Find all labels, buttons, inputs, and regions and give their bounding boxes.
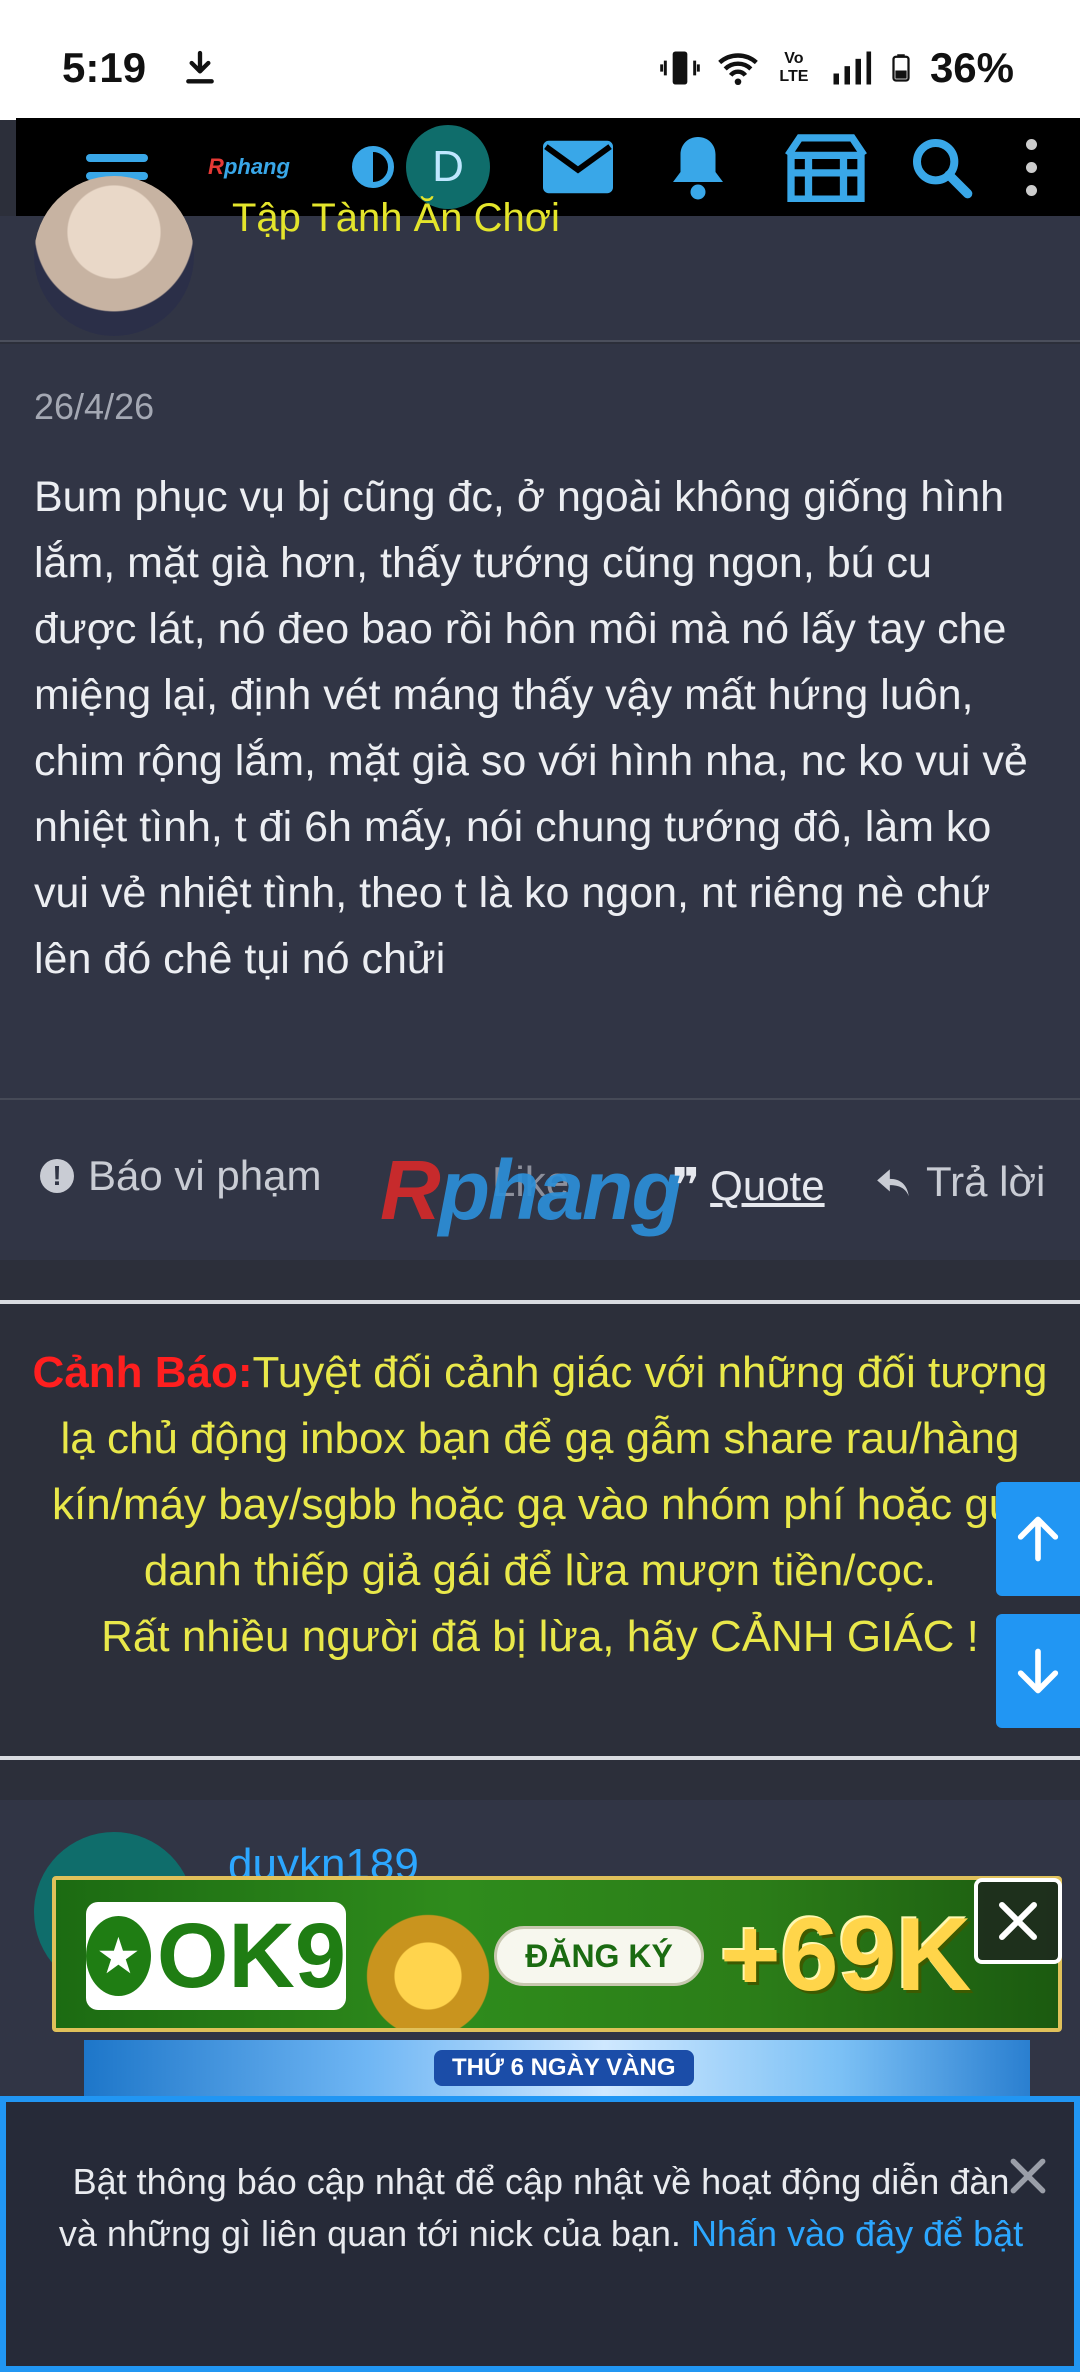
status-bar: 5:19 Vo LTE 36% xyxy=(0,0,1080,120)
ad-bonus-text: +69K xyxy=(720,1897,972,2013)
battery-icon xyxy=(892,54,910,82)
report-label: Báo vi phạm xyxy=(88,1152,322,1199)
status-time: 5:19 xyxy=(62,44,147,91)
volte-indicator: Vo LTE xyxy=(779,50,809,85)
author-avatar[interactable] xyxy=(34,176,194,336)
notifications-button[interactable] xyxy=(656,118,740,216)
download-icon xyxy=(186,50,214,84)
author-title: Tập Tành Ăn Chơi xyxy=(232,196,560,240)
contrast-icon xyxy=(352,146,394,188)
more-dot xyxy=(1025,161,1037,173)
post-actions: ! Báo vi phạm Like Rphang ❞ Quote Trả lờ… xyxy=(0,1098,1080,1260)
logo-text-phang: phang xyxy=(223,154,290,179)
coins-graphic xyxy=(356,1910,516,2028)
search-button[interactable] xyxy=(896,118,986,216)
previous-post-header: Tập Tành Ăn Chơi xyxy=(0,176,1080,340)
search-icon xyxy=(913,139,973,199)
mail-icon xyxy=(543,140,613,194)
bell-icon xyxy=(673,137,723,200)
push-notification-prompt: Bật thông báo cập nhật để cập nhật về ho… xyxy=(0,2096,1080,2372)
site-watermark-logo: Rphang xyxy=(380,1142,683,1239)
watermark-r: R xyxy=(380,1143,441,1237)
post: 26/4/26 Bum phục vụ bj cũng đc, ở ngoài … xyxy=(0,344,1080,1260)
scroll-to-top-button[interactable] xyxy=(996,1482,1080,1596)
warning-text: Cảnh Báo:Tuyệt đối cảnh giác với những đ… xyxy=(10,1340,1070,1670)
ad-strip-text: THỨ 6 NGÀY VÀNG xyxy=(434,2050,694,2086)
post-body: Bum phục vụ bj cũng đc, ở ngoài không gi… xyxy=(34,473,1028,983)
battery-percent: 36% xyxy=(929,44,1014,91)
scam-warning-notice: Cảnh Báo:Tuyệt đối cảnh giác với những đ… xyxy=(0,1300,1080,1760)
wifi-icon xyxy=(718,53,758,86)
reply-button[interactable]: Trả lời xyxy=(874,1158,1045,1206)
report-button[interactable]: ! Báo vi phạm xyxy=(40,1152,321,1200)
quote-button[interactable]: ❞ Quote xyxy=(672,1158,825,1214)
ad-strip-banner[interactable]: THỨ 6 NGÀY VÀNG xyxy=(84,2040,1030,2100)
ad-register-button[interactable]: ĐĂNG KÝ xyxy=(494,1926,704,1986)
more-options-button[interactable] xyxy=(1006,118,1056,216)
notification-text: Bật thông báo cập nhật để cập nhật về ho… xyxy=(56,2156,1026,2260)
quote-icon: ❞ xyxy=(672,1160,701,1213)
arrow-down-icon xyxy=(1017,1648,1059,1694)
close-icon[interactable] xyxy=(1006,2154,1050,2198)
post-date[interactable]: 26/4/26 xyxy=(34,386,154,428)
more-dot xyxy=(1025,138,1037,150)
scroll-to-bottom-button[interactable] xyxy=(996,1614,1080,1728)
ad-banner[interactable]: ★ OK9 ĐĂNG KÝ +69K xyxy=(52,1876,1062,2032)
status-icons: Vo LTE 36% xyxy=(658,44,1014,92)
arrow-up-icon xyxy=(1017,1516,1059,1562)
whats-new-button[interactable] xyxy=(776,118,876,216)
vibrate-icon xyxy=(660,51,700,85)
hamburger-line xyxy=(86,154,148,162)
ad-close-button[interactable] xyxy=(974,1878,1062,1964)
reply-label: Trả lời xyxy=(926,1158,1046,1205)
ad-logo: ★ OK9 xyxy=(86,1902,346,2010)
quote-label: Quote xyxy=(710,1162,825,1209)
logo-text-r: R xyxy=(208,154,224,179)
enable-notifications-link[interactable]: Nhấn vào đây để bật xyxy=(691,2213,1023,2254)
alert-icon: ! xyxy=(40,1159,74,1193)
divider xyxy=(0,340,1080,342)
close-icon xyxy=(999,1902,1037,1940)
store-icon xyxy=(785,134,867,202)
reply-icon xyxy=(877,1169,909,1197)
more-dot xyxy=(1025,184,1037,196)
signal-icon xyxy=(833,51,872,85)
ad-logo-text: OK9 xyxy=(156,1904,346,2007)
warning-body-2: Rất nhiều người đã bị lừa, hãy CẢNH GIÁC… xyxy=(101,1612,979,1661)
watermark-phang: phang xyxy=(438,1143,683,1237)
star-icon: ★ xyxy=(86,1916,151,1996)
warning-title: Cảnh Báo: xyxy=(32,1348,253,1397)
